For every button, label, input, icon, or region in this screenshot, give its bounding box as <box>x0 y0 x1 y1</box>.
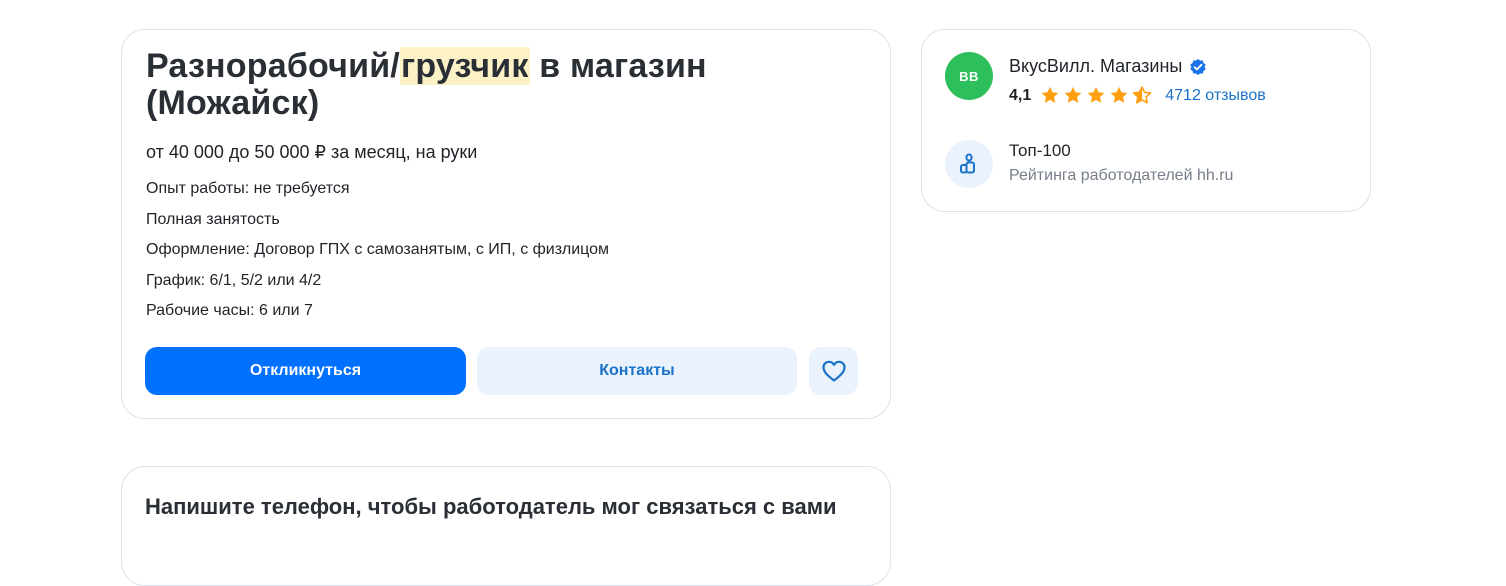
top-rating-subtitle: Рейтинга работодателей hh.ru <box>1009 167 1234 184</box>
fact-hours: Рабочие часы: 6 или 7 <box>146 302 313 319</box>
phone-prompt-card: Напишите телефон, чтобы работодатель мог… <box>121 466 891 586</box>
star-icon <box>1064 86 1082 103</box>
contacts-button[interactable]: Контакты <box>477 347 797 395</box>
star-icon <box>1110 86 1128 103</box>
reviews-link[interactable]: 4712 отзывов <box>1165 87 1265 105</box>
ranking-icon <box>960 153 975 174</box>
rating-value: 4,1 <box>1009 86 1032 104</box>
heart-icon <box>821 360 846 382</box>
fact-schedule: График: 6/1, 5/2 или 4/2 <box>146 271 322 289</box>
rating-row: 4,1 4712 отзывов <box>1009 85 1266 106</box>
star-icon <box>1041 86 1059 103</box>
vacancy-title: Разнорабочий/грузчик в магазин (Можайск) <box>146 47 846 122</box>
fact-experience: Опыт работы: не требуется <box>146 180 350 197</box>
employer-name-row: ВкусВилл. Магазины <box>1009 56 1207 77</box>
apply-button[interactable]: Откликнуться <box>145 347 466 395</box>
employer-card: ВВ ВкусВилл. Магазины 4,1 4712 отзывов Т <box>921 29 1371 212</box>
employer-avatar[interactable]: ВВ <box>945 52 993 100</box>
fact-contract: Оформление: Договор ГПХ с самозанятым, с… <box>146 241 610 258</box>
vacancy-card: Разнорабочий/грузчик в магазин (Можайск)… <box>121 29 891 419</box>
title-part-1: Разнорабочий/ <box>146 47 400 85</box>
vacancy-facts: Опыт работы: не требуется Полная занятос… <box>146 179 609 332</box>
favorite-button[interactable] <box>809 347 858 395</box>
phone-prompt-title: Напишите телефон, чтобы работодатель мог… <box>145 494 837 519</box>
fact-employment: Полная занятость <box>146 210 280 228</box>
title-highlight: грузчик <box>399 47 530 85</box>
star-icon <box>1087 86 1105 103</box>
top-rating-badge <box>945 140 993 188</box>
top-rating-title: Топ-100 <box>1009 141 1071 160</box>
employer-name[interactable]: ВкусВилл. Магазины <box>1009 56 1182 77</box>
salary: от 40 000 до 50 000 ₽ за месяц, на руки <box>146 142 478 162</box>
half-star-icon <box>1133 86 1152 104</box>
verified-check-icon <box>1190 58 1207 75</box>
rating-stars <box>1039 85 1153 106</box>
